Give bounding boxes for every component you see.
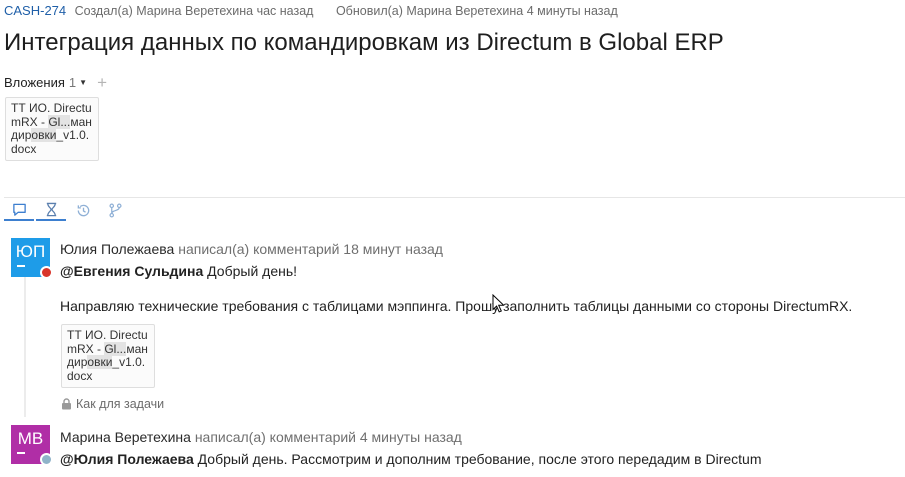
comment-author[interactable]: Марина Веретехина: [60, 429, 191, 445]
status-dot-icon: [42, 455, 51, 464]
avatar-initials: ЮП: [15, 242, 46, 261]
file-name-line: ТТ ИО. Directu: [11, 101, 92, 115]
attachments-count: 1: [68, 75, 77, 90]
status-dot-icon: [42, 268, 51, 277]
timeline-line: [24, 275, 26, 417]
comment-attachment-card[interactable]: ТТ ИО. Directu mRX - Gl...ман дировки_v1…: [61, 324, 155, 388]
file-name-part: овки: [87, 355, 113, 369]
comment-greeting: Добрый день!: [203, 263, 298, 279]
avatar[interactable]: ЮП: [11, 238, 53, 279]
avatar-dash: [17, 265, 25, 267]
tab-worklog[interactable]: [68, 199, 98, 221]
attachment-file-card[interactable]: ТТ ИО. Directu mRX - Gl...ман дировки_v1…: [5, 97, 99, 161]
comment-action: написал(а) комментарий 4 минуты назад: [194, 429, 462, 445]
clock-history-icon: [77, 204, 89, 216]
file-name-part: Gl...: [48, 114, 71, 129]
avatar-dash: [17, 452, 25, 454]
activity-tabs: [4, 199, 132, 221]
file-name-line: ТТ ИО. Directu: [67, 328, 148, 342]
file-name-line: дировки_v1.0.: [67, 355, 146, 369]
tab-comments[interactable]: [4, 199, 34, 221]
file-name-line: mRX - Gl...ман: [67, 341, 148, 356]
tab-history[interactable]: [36, 199, 66, 221]
comment-header: Юлия Полежаева написал(а) комментарий 18…: [60, 241, 443, 257]
file-name-line: docx: [67, 368, 93, 383]
tab-development[interactable]: [100, 199, 130, 221]
avatar[interactable]: МВ: [11, 425, 53, 466]
file-name-line: дировки_v1.0.: [11, 128, 90, 142]
comment-visibility[interactable]: Как для задачи: [61, 397, 164, 411]
user-mention[interactable]: @Евгения Сульдина: [60, 263, 203, 279]
user-status-badge: [40, 453, 53, 466]
comment-body: Направляю технические требования с табли…: [60, 298, 853, 314]
issue-meta: CASH-274 Создал(а) Марина Веретехина час…: [4, 3, 618, 18]
attachments-header: Вложения 1 ▼ +: [4, 74, 107, 91]
add-attachment-icon[interactable]: +: [97, 74, 107, 91]
updated-info: Обновил(а) Марина Веретехина 4 минуты на…: [335, 4, 618, 18]
comment-text: @Евгения Сульдина Добрый день!: [60, 263, 297, 279]
file-name-part: Gl...: [104, 341, 127, 356]
mouse-cursor-icon: [492, 294, 504, 313]
issue-key-link[interactable]: CASH-274: [4, 3, 66, 18]
divider: [4, 197, 905, 198]
comment-action: написал(а) комментарий 18 минут назад: [178, 241, 443, 257]
attachments-label[interactable]: Вложения: [4, 75, 65, 90]
comment-text: @Юлия Полежаева Добрый день. Рассмотрим …: [60, 451, 761, 467]
file-name-part: овки: [31, 128, 57, 142]
branch-icon: [108, 203, 122, 217]
comment-author[interactable]: Юлия Полежаева: [60, 241, 174, 257]
caret-down-icon[interactable]: ▼: [79, 78, 87, 87]
avatar-initials: МВ: [17, 429, 44, 448]
issue-title[interactable]: Интеграция данных по командировкам из Di…: [4, 29, 724, 57]
lock-icon: [62, 398, 71, 410]
user-mention[interactable]: @Юлия Полежаева: [60, 451, 194, 467]
hourglass-icon: [46, 202, 56, 216]
visibility-label: Как для задачи: [76, 397, 165, 411]
comment-body: Добрый день. Рассмотрим и дополним требо…: [193, 451, 762, 467]
created-info: Создал(а) Марина Веретехина час назад: [74, 4, 314, 18]
file-name-line: docx: [11, 141, 37, 156]
comment-header: Марина Веретехина написал(а) комментарий…: [60, 429, 462, 445]
user-status-badge: [40, 266, 53, 279]
file-name-line: mRX - Gl...ман: [11, 114, 92, 129]
comment-icon: [12, 203, 26, 216]
